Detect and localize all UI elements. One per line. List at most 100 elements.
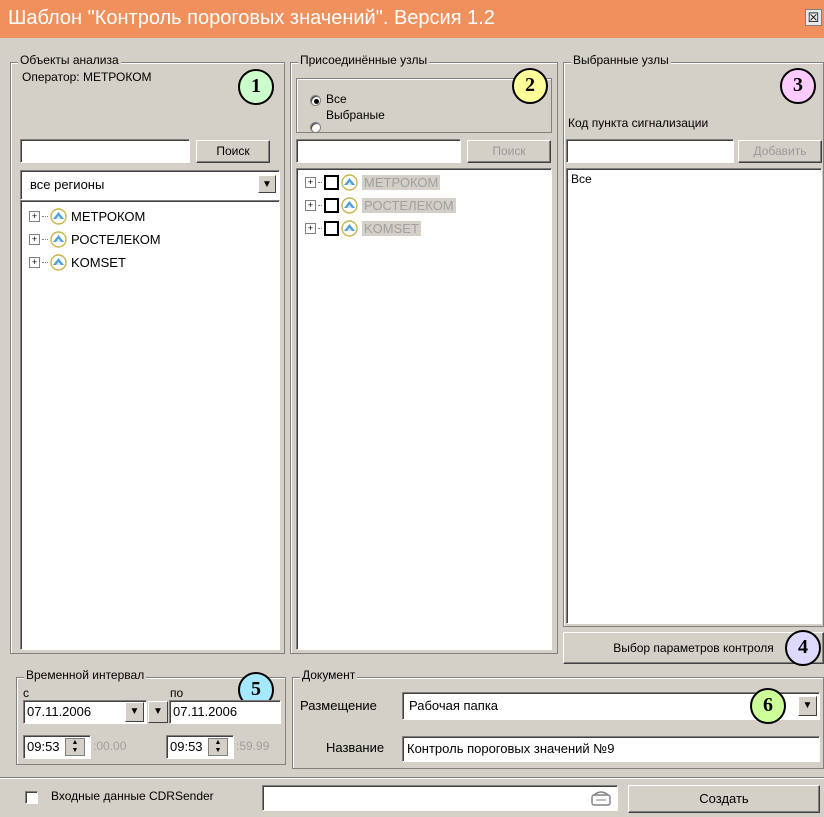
operator-node-icon [50,208,67,225]
selected-nodes-legend: Выбранные узлы [571,53,671,67]
to-seconds: :59.99 [236,739,270,753]
create-button[interactable]: Создать [628,785,820,813]
spin-down-icon[interactable]: ▼ [209,747,227,755]
date-link-dropdown-icon[interactable]: ▼ [148,701,168,723]
from-time-value: 09:53 [27,739,60,754]
analysis-objects-legend: Объекты анализа [18,53,121,67]
badge-1: 1 [238,69,274,105]
expand-icon[interactable]: + [305,200,316,211]
title-bar[interactable]: Шаблон "Контроль пороговых значений". Ве… [0,0,824,38]
connector-line [318,228,322,229]
node-checkbox[interactable] [324,198,339,213]
radio-all[interactable] [310,95,321,106]
radio-all-label: Все [326,92,347,106]
from-time-input[interactable]: 09:53 ▲ ▼ [23,735,91,759]
chevron-down-icon[interactable]: ▼ [258,175,276,193]
cdr-input[interactable] [262,785,618,811]
to-time-value: 09:53 [170,739,203,754]
radio-selected-label: Выбраные [326,108,385,122]
tree-node-label: РОСТЕЛЕКОМ [71,232,161,247]
badge-2: 2 [512,68,548,104]
operator-label: Оператор: МЕТРОКОМ [22,70,152,84]
cdr-checkbox[interactable] [25,791,38,804]
analysis-tree: + МЕТРОКОМ + РОСТЕЛЕКОМ + KOMSET [20,200,280,650]
placement-label: Размещение [300,698,377,713]
to-date-value: 07.11.2006 [173,704,238,719]
attached-search-input[interactable] [296,139,461,163]
tree-node-label: РОСТЕЛЕКОМ [362,198,456,213]
operator-node-icon [341,174,358,191]
expand-icon[interactable]: + [305,223,316,234]
from-seconds: :00.00 [93,739,127,753]
radio-selected[interactable] [310,122,321,133]
phone-icon-svg [591,791,611,806]
analysis-tree-rows: + МЕТРОКОМ + РОСТЕЛЕКОМ + KOMSET [29,205,161,274]
name-label: Название [326,740,385,755]
tree-node-label: МЕТРОКОМ [71,209,146,224]
connector-line [318,205,322,206]
connector-line [42,239,48,240]
connector-line [42,262,48,263]
tree-node-rostelecom[interactable]: + РОСТЕЛЕКОМ [29,228,161,251]
document-legend: Документ [300,668,358,682]
analysis-search-input[interactable] [20,139,190,163]
selected-list: Все [566,168,822,624]
tree-node-label: МЕТРОКОМ [362,175,441,190]
from-time-spinner[interactable]: ▲ ▼ [65,738,85,756]
expand-icon[interactable]: + [29,211,40,222]
chevron-down-icon[interactable]: ▼ [125,702,144,722]
operator-node-icon [341,220,358,237]
document-name-input[interactable]: Контроль пороговых значений №9 [402,736,820,762]
to-time-input[interactable]: 09:53 ▲ ▼ [166,735,234,759]
add-button[interactable]: Добавить [738,140,822,163]
chevron-down-icon[interactable]: ▼ [798,696,817,716]
connector-line [42,216,48,217]
attached-tree-rows: + МЕТРОКОМ + РОСТЕЛЕКОМ + KOMSET [305,171,456,240]
connector-line [318,182,322,183]
badge-3: 3 [780,68,816,104]
region-select[interactable]: все регионы ▼ [20,170,280,200]
region-select-value: все регионы [30,177,105,192]
attached-nodes-legend: Присоединённые узлы [298,53,430,67]
operator-node-icon [341,197,358,214]
spin-up-icon[interactable]: ▲ [209,739,227,747]
attached-tree: + МЕТРОКОМ + РОСТЕЛЕКОМ + KOMSET [296,168,552,650]
tree-node-komset[interactable]: + KOMSET [305,217,456,240]
from-date-value: 07.11.2006 [27,704,92,719]
operator-node-icon [50,231,67,248]
spin-up-icon[interactable]: ▲ [66,739,84,747]
tree-node-metrokom[interactable]: + МЕТРОКОМ [305,171,456,194]
list-item[interactable]: Все [571,172,592,186]
from-date-picker[interactable]: 07.11.2006 ▼ [23,700,147,724]
phone-icon[interactable] [590,789,612,807]
to-time-spinner[interactable]: ▲ ▼ [208,738,228,756]
expand-icon[interactable]: + [305,177,316,188]
placement-value: Рабочая папка [409,698,499,713]
expand-icon[interactable]: + [29,257,40,268]
tree-node-label: KOMSET [362,221,421,236]
tree-node-rostelecom[interactable]: + РОСТЕЛЕКОМ [305,194,456,217]
document-name-value: Контроль пороговых значений №9 [407,741,615,756]
tree-node-komset[interactable]: + KOMSET [29,251,161,274]
footer-separator [0,777,824,779]
close-button[interactable]: ☒ [805,9,822,26]
attached-search-button[interactable]: Поиск [467,140,551,163]
code-label: Код пункта сигнализации [568,116,709,130]
analysis-search-button[interactable]: Поиск [196,140,270,163]
tree-node-label: KOMSET [71,255,126,270]
to-label: по [170,686,184,700]
badge-6: 6 [750,688,786,724]
expand-icon[interactable]: + [29,234,40,245]
node-checkbox[interactable] [324,221,339,236]
code-input[interactable] [566,139,734,163]
tree-node-metrokom[interactable]: + МЕТРОКОМ [29,205,161,228]
from-label: с [23,686,29,700]
window-title: Шаблон "Контроль пороговых значений". Ве… [8,7,495,29]
time-interval-legend: Временной интервал [24,668,147,682]
to-date-picker[interactable]: 07.11.2006 [169,700,281,724]
spin-down-icon[interactable]: ▼ [66,747,84,755]
operator-node-icon [50,254,67,271]
node-checkbox[interactable] [324,175,339,190]
badge-4: 4 [785,630,821,666]
cdr-label: Входные данные CDRSender [51,789,214,803]
